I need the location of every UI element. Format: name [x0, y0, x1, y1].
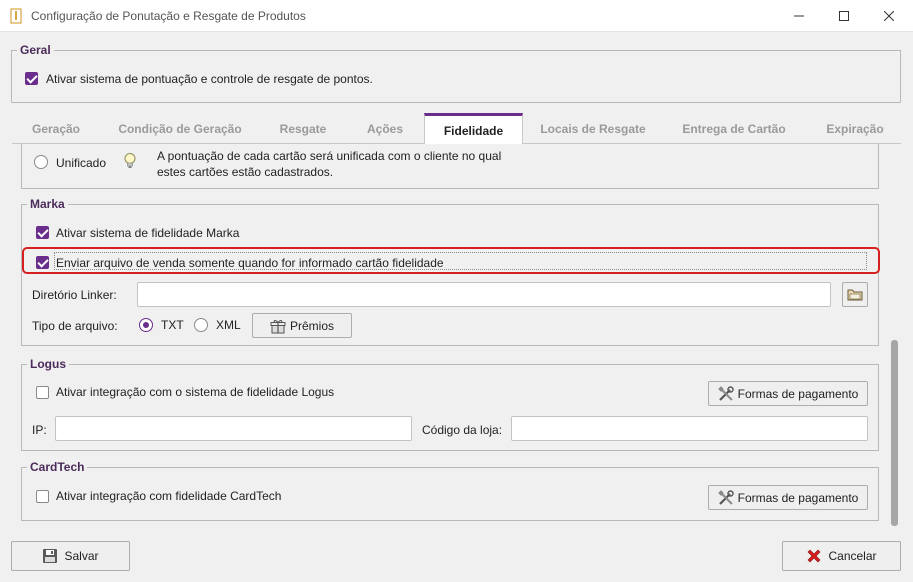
- title-bar: Configuração de Ponutação e Resgate de P…: [0, 0, 913, 32]
- logus-payment-button[interactable]: Formas de pagamento: [708, 381, 868, 406]
- marka-enable-checkbox[interactable]: [36, 226, 49, 239]
- tab-acoes[interactable]: Ações: [352, 114, 418, 144]
- folder-browse-button[interactable]: [842, 282, 868, 307]
- unificado-radio[interactable]: [34, 155, 48, 169]
- marka-file-type-label: Tipo de arquivo:: [32, 319, 118, 333]
- xml-label[interactable]: XML: [216, 318, 241, 332]
- floppy-disk-icon: [43, 549, 58, 563]
- folder-icon: [847, 289, 863, 300]
- logus-title: Logus: [27, 357, 69, 371]
- premios-label: Prêmios: [289, 318, 334, 333]
- tab-entrega-cartao[interactable]: Entrega de Cartão: [672, 114, 796, 144]
- cancel-label: Cancelar: [828, 549, 877, 563]
- logus-store-input[interactable]: [511, 416, 868, 441]
- tab-geracao[interactable]: Geração: [16, 114, 96, 144]
- red-x-icon: [808, 549, 821, 563]
- window-title: Configuração de Ponutação e Resgate de P…: [31, 9, 306, 23]
- logus-ip-input[interactable]: [55, 416, 412, 441]
- marka-dir-input[interactable]: [137, 282, 831, 307]
- fidelidade-panel: Unificado A pontuação de cada cartão ser…: [12, 144, 901, 531]
- logus-enable-label[interactable]: Ativar integração com o sistema de fidel…: [56, 385, 334, 399]
- unificado-hint-line1: A pontuação de cada cartão será unificad…: [157, 149, 502, 163]
- marka-dir-label: Diretório Linker:: [32, 288, 117, 302]
- marka-title: Marka: [27, 197, 68, 211]
- cardtech-payment-label: Formas de pagamento: [737, 490, 859, 505]
- tools-icon: [717, 489, 734, 505]
- geral-enable-checkbox[interactable]: [25, 72, 38, 85]
- maximize-icon[interactable]: [821, 0, 867, 32]
- save-label: Salvar: [64, 549, 99, 563]
- app-icon: [10, 8, 22, 24]
- txt-radio[interactable]: [139, 318, 153, 332]
- gift-icon: [270, 319, 286, 333]
- save-button[interactable]: Salvar: [11, 541, 130, 571]
- premios-button[interactable]: Prêmios: [252, 313, 352, 338]
- tab-locais-resgate[interactable]: Locais de Resgate: [532, 114, 654, 144]
- panel-scrollbar[interactable]: [889, 148, 900, 528]
- tab-bar: Geração Condição de Geração Resgate Açõe…: [12, 113, 901, 145]
- tab-expiracao[interactable]: Expiração: [812, 114, 898, 144]
- tab-resgate[interactable]: Resgate: [264, 114, 342, 144]
- annotation-highlight: [22, 247, 880, 274]
- logus-store-label: Código da loja:: [422, 423, 503, 437]
- xml-radio[interactable]: [194, 318, 208, 332]
- lightbulb-icon: [124, 153, 136, 168]
- cancel-button[interactable]: Cancelar: [782, 541, 901, 571]
- marka-enable-label[interactable]: Ativar sistema de fidelidade Marka: [56, 226, 239, 240]
- unificado-hint-line2: estes cartões estão cadastrados.: [157, 165, 334, 179]
- geral-title: Geral: [17, 43, 54, 57]
- scrollbar-thumb[interactable]: [891, 340, 898, 526]
- tab-fidelidade[interactable]: Fidelidade: [424, 113, 523, 145]
- cardtech-payment-button[interactable]: Formas de pagamento: [708, 485, 868, 510]
- minimize-icon[interactable]: [776, 0, 822, 32]
- logus-enable-checkbox[interactable]: [36, 386, 49, 399]
- cardtech-enable-label[interactable]: Ativar integração com fidelidade CardTec…: [56, 489, 281, 503]
- tools-icon: [717, 385, 734, 401]
- unificado-label[interactable]: Unificado: [56, 156, 106, 170]
- tab-condicao-geracao[interactable]: Condição de Geração: [108, 114, 252, 144]
- close-icon[interactable]: [866, 0, 912, 32]
- logus-payment-label: Formas de pagamento: [737, 386, 859, 401]
- cardtech-title: CardTech: [27, 460, 88, 474]
- txt-label[interactable]: TXT: [161, 318, 184, 332]
- logus-ip-label: IP:: [32, 423, 47, 437]
- cardtech-enable-checkbox[interactable]: [36, 490, 49, 503]
- geral-enable-label[interactable]: Ativar sistema de pontuação e controle d…: [46, 72, 373, 86]
